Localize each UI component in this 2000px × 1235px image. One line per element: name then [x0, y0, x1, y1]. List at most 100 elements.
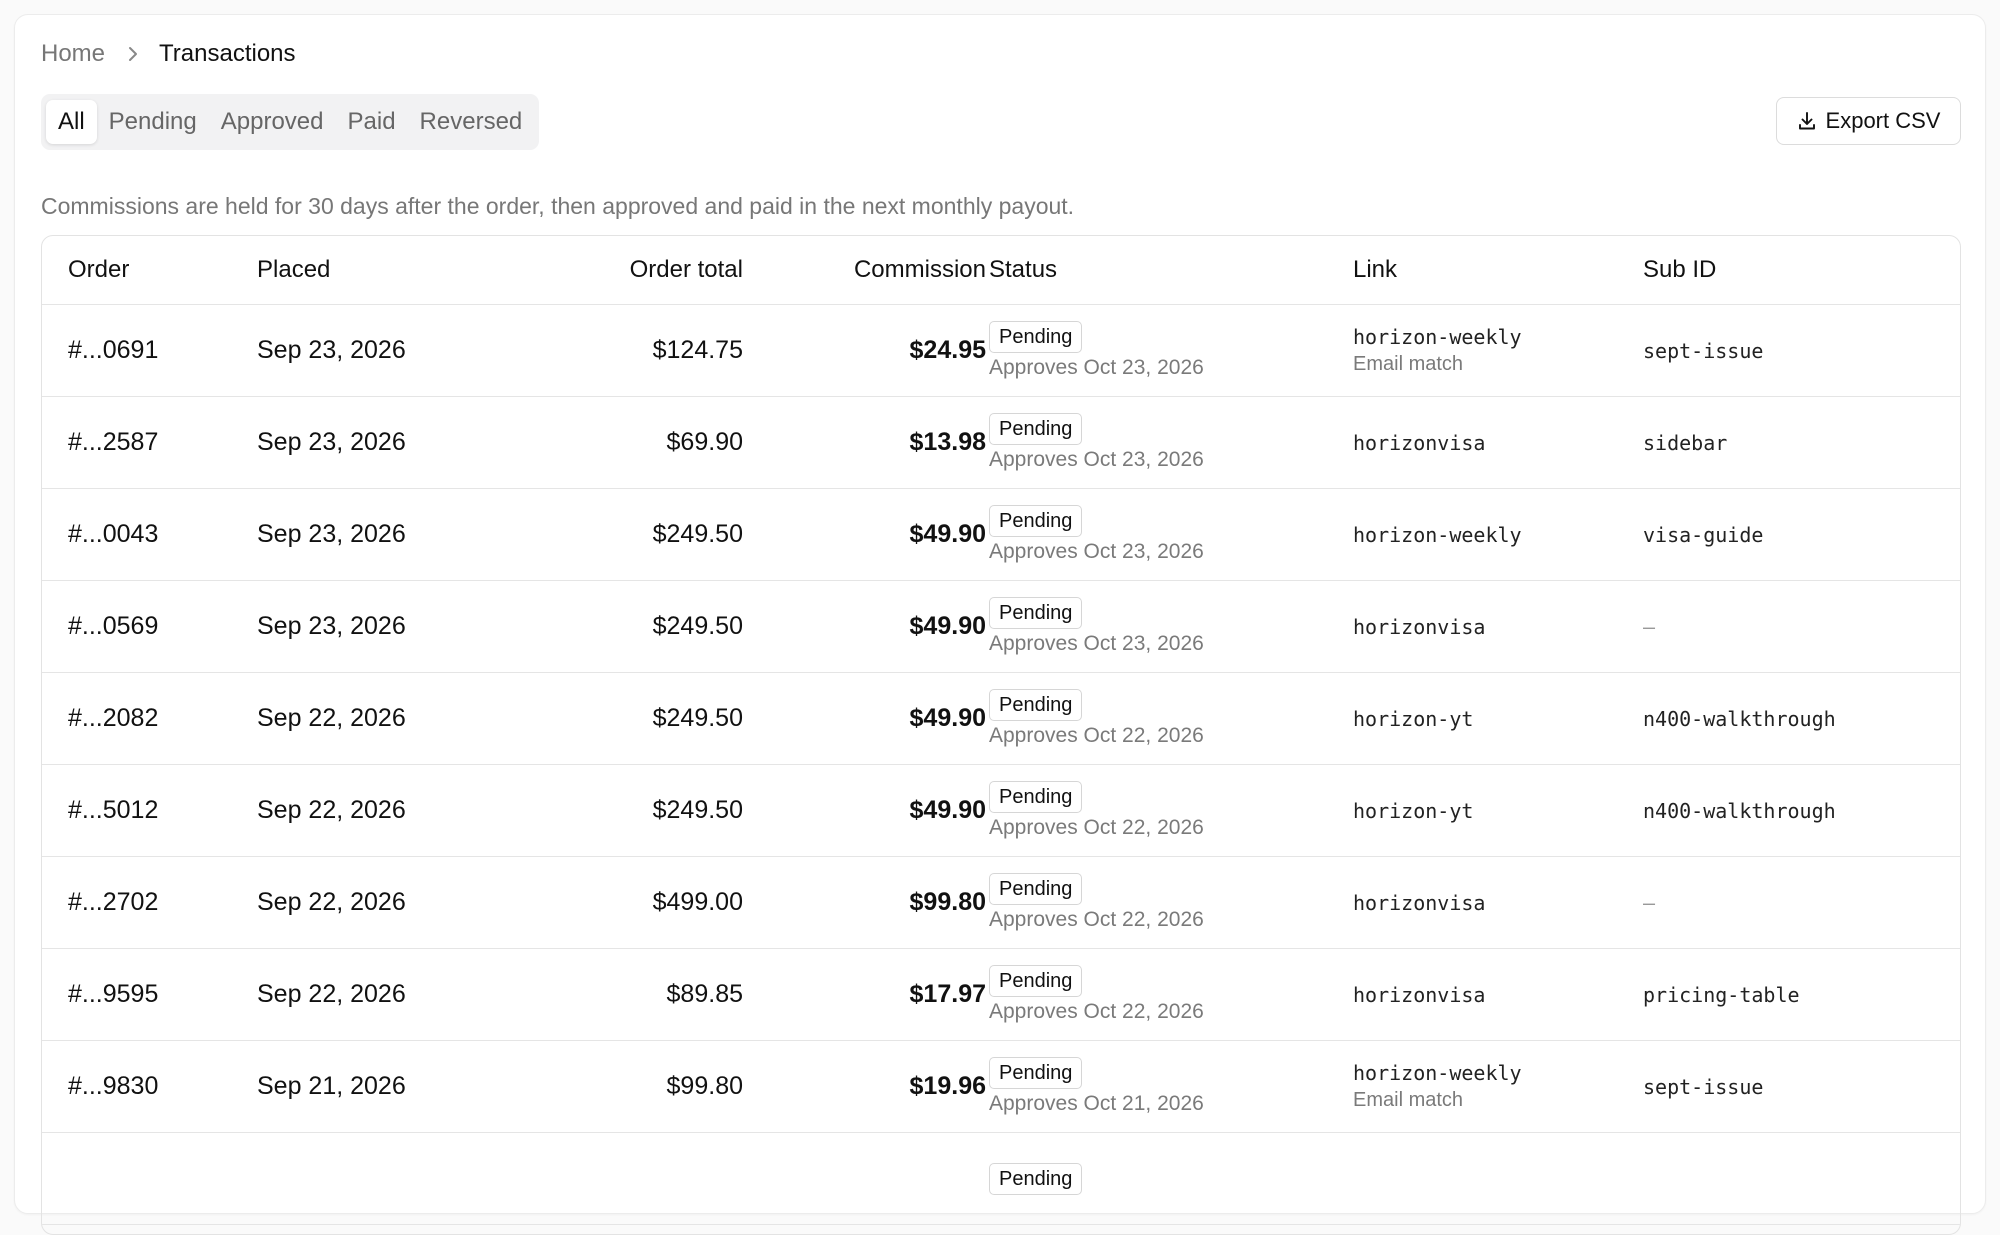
status-badge: Pending: [989, 505, 1083, 537]
approves-date: Approves Oct 22, 2026: [989, 1000, 1204, 1023]
approves-date: Approves Oct 23, 2026: [989, 632, 1204, 655]
order-total: $249.50: [652, 520, 743, 548]
commission-amount: $49.90: [909, 796, 986, 824]
tab-reversed[interactable]: Reversed: [408, 100, 535, 144]
order-total: $249.50: [652, 796, 743, 824]
commission-amount: $24.95: [909, 336, 986, 364]
status-badge: Pending: [989, 781, 1083, 813]
order-id: #...5012: [68, 796, 159, 824]
table-header-row: Order Placed Order total Commission Stat…: [42, 236, 1960, 305]
header-order-total[interactable]: Order total: [630, 236, 743, 304]
table-row[interactable]: #...5012 Sep 22, 2026 $249.50 $49.90 Pen…: [42, 765, 1960, 857]
sub-id: sidebar: [1643, 430, 1728, 455]
order-id: #...2082: [68, 704, 159, 732]
table-row[interactable]: #...2587 Sep 23, 2026 $69.90 $13.98 Pend…: [42, 397, 1960, 489]
order-id: #...0043: [68, 520, 159, 548]
status-badge: Pending: [989, 597, 1083, 629]
header-link[interactable]: Link: [1353, 236, 1397, 304]
export-csv-button[interactable]: Export CSV: [1776, 97, 1961, 145]
status-filter-tabs: All Pending Approved Paid Reversed: [41, 94, 540, 150]
sub-id: n400-walkthrough: [1643, 798, 1836, 823]
table-row[interactable]: #...9595 Sep 22, 2026 $89.85 $17.97 Pend…: [42, 949, 1960, 1041]
link-name: horizon-yt: [1353, 706, 1474, 731]
approves-date: Approves Oct 22, 2026: [989, 724, 1204, 747]
commission-amount: $13.98: [909, 428, 986, 456]
header-order[interactable]: Order: [68, 236, 129, 304]
placed-date: Sep 23, 2026: [257, 520, 406, 548]
link-name: horizon-weekly: [1353, 1061, 1522, 1085]
link-name: horizonvisa: [1353, 982, 1486, 1007]
tab-paid[interactable]: Paid: [336, 100, 408, 144]
commission-amount: $17.97: [909, 980, 986, 1008]
link-name: horizon-weekly: [1353, 522, 1522, 547]
table-row[interactable]: #...2702 Sep 22, 2026 $499.00 $99.80 Pen…: [42, 857, 1960, 949]
order-id: #...9595: [68, 980, 159, 1008]
placed-date: Sep 23, 2026: [257, 612, 406, 640]
order-total: $124.75: [652, 336, 743, 364]
breadcrumb-home-link[interactable]: Home: [41, 40, 105, 68]
order-id: #...0569: [68, 612, 159, 640]
transactions-card: Home Transactions All Pending Approved P…: [14, 14, 1986, 1235]
header-commission[interactable]: Commission: [854, 236, 986, 304]
sub-id: —: [1643, 890, 1656, 915]
link-name: horizonvisa: [1353, 890, 1486, 915]
table-row[interactable]: #...0569 Sep 23, 2026 $249.50 $49.90 Pen…: [42, 581, 1960, 673]
status-badge: Pending: [989, 965, 1083, 997]
placed-date: Sep 22, 2026: [257, 980, 406, 1008]
breadcrumb-current: Transactions: [159, 40, 296, 67]
sub-id: —: [1643, 614, 1656, 639]
header-sub-id[interactable]: Sub ID: [1643, 236, 1716, 304]
approves-date: Approves Oct 21, 2026: [989, 1092, 1204, 1115]
breadcrumb: Home Transactions: [41, 39, 296, 69]
status-badge: Pending: [989, 689, 1083, 721]
order-total: $499.00: [652, 888, 743, 916]
status-badge: Pending: [989, 1162, 1083, 1195]
placed-date: Sep 21, 2026: [257, 1072, 406, 1100]
status-badge: Pending: [989, 873, 1083, 905]
approves-date: Approves Oct 22, 2026: [989, 816, 1204, 839]
tab-all[interactable]: All: [46, 100, 97, 144]
approves-date: Approves Oct 23, 2026: [989, 540, 1204, 563]
link-match-note: Email match: [1353, 353, 1464, 375]
commission-amount: $19.96: [909, 1072, 986, 1100]
sub-id: sept-issue: [1643, 338, 1764, 363]
order-total: $249.50: [652, 612, 743, 640]
order-total: $99.80: [666, 1072, 743, 1100]
header-placed[interactable]: Placed: [257, 236, 330, 304]
placed-date: Sep 22, 2026: [257, 888, 406, 916]
order-total: $89.85: [666, 980, 743, 1008]
commission-hold-note: Commissions are held for 30 days after t…: [41, 193, 1075, 219]
tab-pending[interactable]: Pending: [97, 100, 209, 144]
table-row[interactable]: Pending: [42, 1133, 1960, 1225]
link-name: horizonvisa: [1353, 614, 1486, 639]
table-row[interactable]: #...9830 Sep 21, 2026 $99.80 $19.96 Pend…: [42, 1041, 1960, 1133]
order-id: #...2702: [68, 888, 159, 916]
commission-amount: $49.90: [909, 520, 986, 548]
approves-date: Approves Oct 23, 2026: [989, 356, 1204, 379]
tab-approved[interactable]: Approved: [209, 100, 336, 144]
table-row[interactable]: #...0043 Sep 23, 2026 $249.50 $49.90 Pen…: [42, 489, 1960, 581]
link-name: horizonvisa: [1353, 430, 1486, 455]
export-csv-label: Export CSV: [1825, 108, 1941, 133]
placed-date: Sep 23, 2026: [257, 428, 406, 456]
table-row[interactable]: #...0691 Sep 23, 2026 $124.75 $24.95 Pen…: [42, 305, 1960, 397]
sub-id: visa-guide: [1643, 522, 1764, 547]
order-total: $69.90: [666, 428, 743, 456]
placed-date: Sep 23, 2026: [257, 336, 406, 364]
header-status[interactable]: Status: [989, 236, 1057, 304]
sub-id: pricing-table: [1643, 982, 1800, 1007]
approves-date: Approves Oct 22, 2026: [989, 908, 1204, 931]
commission-amount: $99.80: [909, 888, 986, 916]
link-name: horizon-yt: [1353, 798, 1474, 823]
approves-date: Approves Oct 23, 2026: [989, 448, 1204, 471]
status-badge: Pending: [989, 321, 1083, 353]
order-total: $249.50: [652, 704, 743, 732]
commission-amount: $49.90: [909, 704, 986, 732]
download-icon: [1797, 111, 1817, 131]
order-id: #...0691: [68, 336, 159, 364]
order-id: #...2587: [68, 428, 159, 456]
placed-date: Sep 22, 2026: [257, 704, 406, 732]
table-row[interactable]: #...2082 Sep 22, 2026 $249.50 $49.90 Pen…: [42, 673, 1960, 765]
status-badge: Pending: [989, 1057, 1083, 1089]
placed-date: Sep 22, 2026: [257, 796, 406, 824]
